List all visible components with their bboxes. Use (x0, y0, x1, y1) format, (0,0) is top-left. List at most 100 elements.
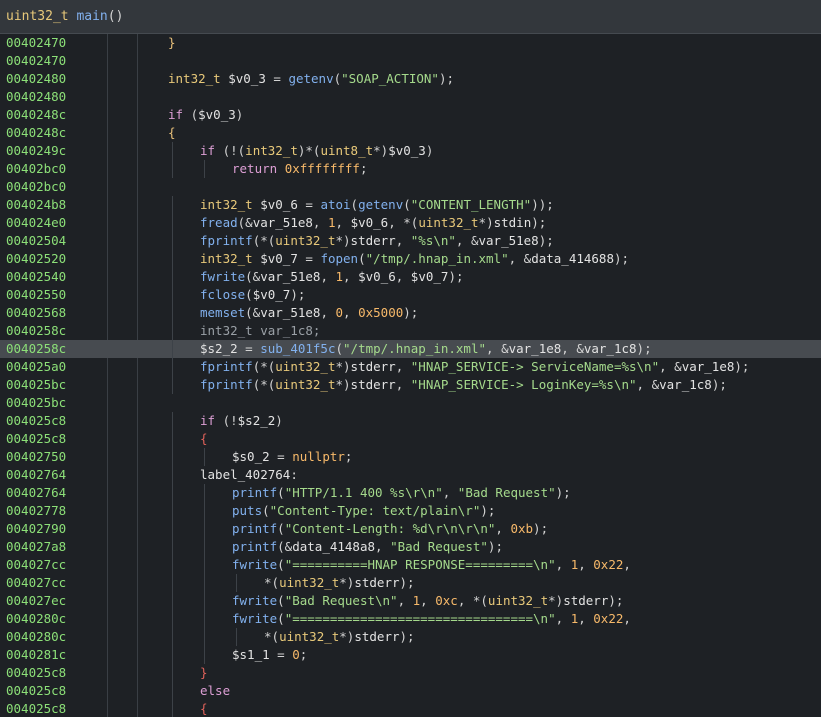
code-line[interactable]: 00402568 memset(&var_51e8, 0, 0x5000); (0, 304, 821, 322)
code-line[interactable]: 004024e0 fread(&var_51e8, 1, $v0_6, *(uin… (0, 214, 821, 232)
code-text: if ($v0_3) (168, 106, 243, 124)
code-punctuation: ( (277, 593, 285, 608)
code-number: nullptr (292, 449, 345, 464)
code-string: "==========HNAP RESPONSE=========\n" (284, 557, 556, 572)
code-punctuation: *( (264, 629, 280, 644)
code-punctuation: ( (183, 107, 199, 122)
code-text: fprintf(*(uint32_t*)stderr, "HNAP_SERVIC… (200, 376, 727, 394)
code-line[interactable]: 004027cc fwrite("==========HNAP RESPONSE=… (0, 556, 821, 574)
code-line[interactable]: 00402750 $s0_2 = nullptr; (0, 448, 821, 466)
code-line[interactable]: 00402778 puts("Content-Type: text/plain\r… (0, 502, 821, 520)
code-line[interactable]: 004027cc *(uint32_t*)stderr); (0, 574, 821, 592)
indent-guide (172, 556, 173, 574)
code-line[interactable]: 0040248c if ($v0_3) (0, 106, 821, 124)
code-text: puts("Content-Type: text/plain\r"); (232, 502, 495, 520)
code-line[interactable]: 0040248c { (0, 124, 821, 142)
code-string: "Content-Type: text/plain\r" (269, 503, 481, 518)
code-punctuation: *) (339, 575, 355, 590)
line-address: 00402750 (6, 449, 67, 464)
code-line[interactable]: 00402480 int32_t $v0_3 = getenv("SOAP_ACT… (0, 70, 821, 88)
code-punctuation: , (395, 359, 411, 374)
code-line[interactable]: 00402790 printf("Content-Length: %d\r\n\r… (0, 520, 821, 538)
code-view[interactable]: 00402470} 00402470 00402480 int32_t $v0_3 =… (0, 34, 821, 717)
code-line[interactable]: 004027ec fwrite("Bad Request\n", 1, 0xc, … (0, 592, 821, 610)
code-function: fopen (320, 251, 359, 266)
code-number: 0 (335, 305, 344, 320)
code-line[interactable]: 00402480 (0, 88, 821, 106)
code-line[interactable]: 00402470} (0, 34, 821, 52)
code-text: fwrite("Bad Request\n", 1, 0xc, *(uint32… (232, 592, 623, 610)
code-type: int32_t (245, 143, 298, 158)
function-header[interactable]: uint32_t main() (0, 0, 821, 34)
code-line[interactable]: 00402764 printf("HTTP/1.1 400 %s\r\n", "B… (0, 484, 821, 502)
code-line[interactable]: 004025c8 { (0, 700, 821, 717)
code-string: "/tmp/.hnap_in.xml" (343, 341, 487, 356)
code-punctuation: ; (344, 449, 353, 464)
code-identifier: $s0_2 (232, 449, 270, 464)
indent-guide (204, 448, 205, 466)
code-line[interactable]: 004025c8 { (0, 430, 821, 448)
code-line[interactable]: 004024b8 int32_t $v0_6 = atoi(getenv("CON… (0, 196, 821, 214)
code-punctuation: , (555, 557, 571, 572)
code-keyword: if (200, 413, 216, 428)
code-line[interactable]: 0040280c fwrite("========================… (0, 610, 821, 628)
code-punctuation: , (312, 215, 328, 230)
code-punctuation: = (297, 251, 321, 266)
code-line[interactable]: 00402764 label_402764: (0, 466, 821, 484)
code-text: label_402764: (200, 466, 298, 484)
code-line[interactable]: 0040258c int32_t var_1c8; (0, 322, 821, 340)
code-line[interactable]: 00402540 fwrite(&var_51e8, 1, $v0_6, $v0_… (0, 268, 821, 286)
code-line[interactable]: 00402470 (0, 52, 821, 70)
code-line[interactable]: 00402bc0 (0, 178, 821, 196)
code-string: "HNAP_SERVICE-> LoginKey=%s\n" (410, 377, 637, 392)
code-text: memset(&var_51e8, 0, 0x5000); (200, 304, 418, 322)
code-punctuation: , (395, 377, 411, 392)
code-line[interactable]: 004025bc (0, 394, 821, 412)
code-identifier: stderr (350, 233, 396, 248)
code-line[interactable]: 0040280c *(uint32_t*)stderr); (0, 628, 821, 646)
code-function: sub_401f5c (260, 341, 336, 356)
code-punctuation: *) (335, 377, 351, 392)
code-line[interactable]: 00402504 fprintf(*(uint32_t*)stderr, "%s\… (0, 232, 821, 250)
code-punctuation: , (495, 521, 511, 536)
line-address: 004024e0 (6, 215, 67, 230)
line-address: 004027a8 (6, 539, 67, 554)
indent-guide (204, 484, 205, 502)
code-punctuation: ); (636, 341, 652, 356)
line-address: 00402764 (6, 485, 67, 500)
code-identifier: data_414688 (531, 251, 614, 266)
indent-guide (172, 592, 173, 610)
code-line[interactable]: 00402550 fclose($v0_7); (0, 286, 821, 304)
code-string: "Bad Request\n" (284, 593, 398, 608)
code-punctuation: (& (237, 215, 253, 230)
code-punctuation: ); (711, 377, 727, 392)
code-line[interactable]: 004027a8 printf(&data_4148a8, "Bad Reques… (0, 538, 821, 556)
indent-guide (204, 520, 205, 538)
code-line[interactable]: 004025c8} (0, 664, 821, 682)
code-identifier: $v0_7 (252, 287, 291, 302)
code-line[interactable]: 0040249c if (!(int32_t)*(uint8_t*)$v0_3) (0, 142, 821, 160)
code-punctuation: (*( (252, 233, 276, 248)
code-punctuation: , (343, 305, 359, 320)
indent-guide (172, 322, 173, 340)
code-text: } (168, 34, 176, 52)
code-line-selected[interactable]: 0040258c $s2_2 = sub_401f5c("/tmp/.hnap_i… (0, 340, 821, 358)
code-line[interactable]: 004025c8 else (0, 682, 821, 700)
code-identifier: var_51e8 (252, 215, 313, 230)
line-address: 00402bc0 (6, 161, 67, 176)
code-line[interactable]: 004025c8 if (!$s2_2) (0, 412, 821, 430)
code-line[interactable]: 004025bc fprintf(*(uint32_t*)stderr, "HNA… (0, 376, 821, 394)
code-line[interactable]: 004025a0 fprintf(*(uint32_t*)stderr, "HNA… (0, 358, 821, 376)
indent-guide (172, 484, 173, 502)
indent-guide (172, 520, 173, 538)
code-line[interactable]: 0040281c $s1_1 = 0; (0, 646, 821, 664)
indent-guide (172, 304, 173, 322)
code-punctuation: (& (245, 269, 261, 284)
code-text: else (200, 682, 230, 700)
code-line[interactable]: 00402520 int32_t $v0_7 = fopen("/tmp/.hna… (0, 250, 821, 268)
code-line[interactable]: 00402bc0 return 0xffffffff; (0, 160, 821, 178)
indent-guide (172, 574, 173, 592)
code-text: fwrite("================================… (232, 610, 631, 628)
code-punctuation: ( (277, 521, 285, 536)
indent-guide (172, 502, 173, 520)
